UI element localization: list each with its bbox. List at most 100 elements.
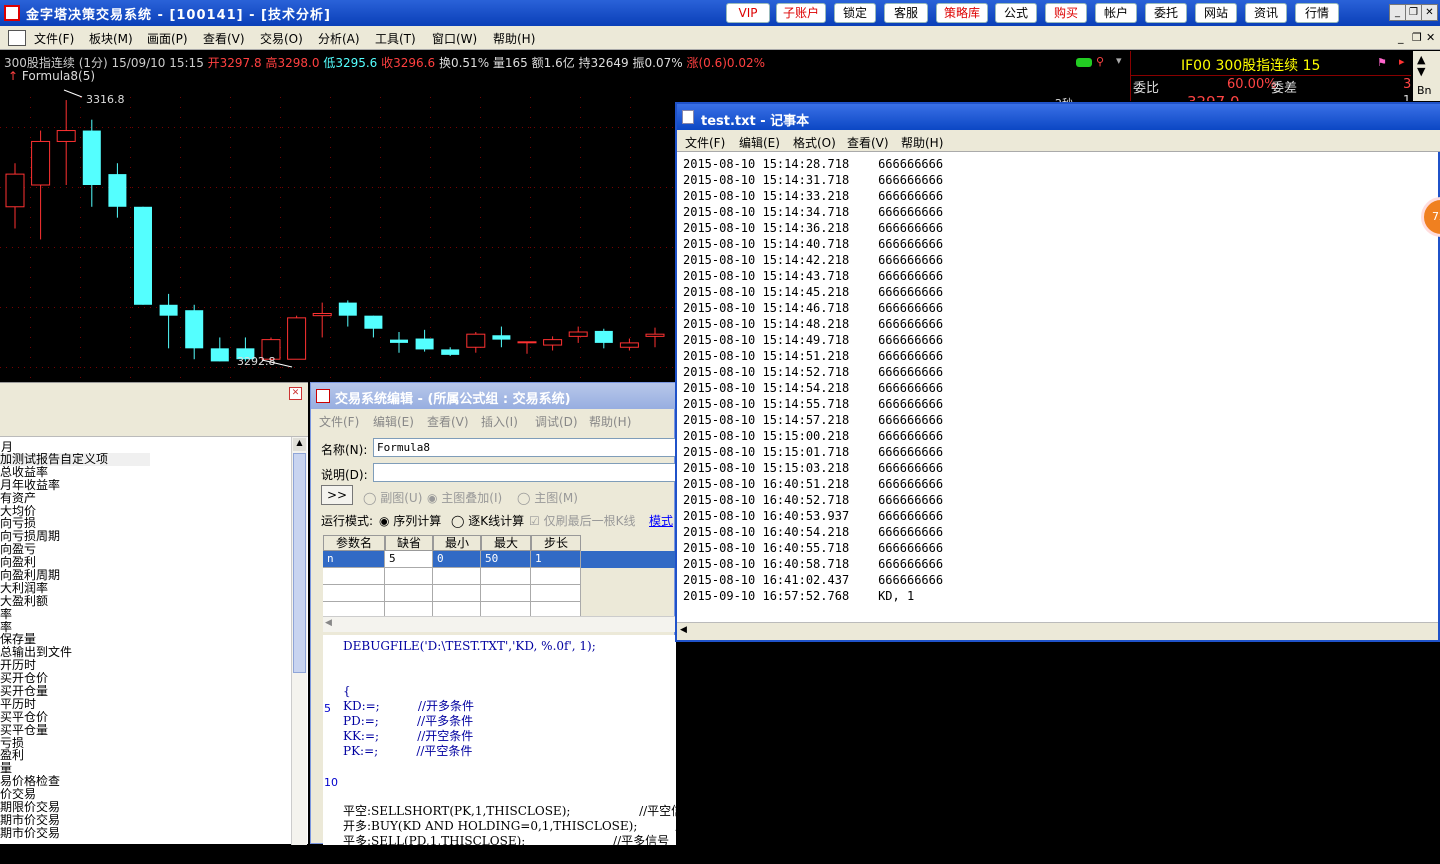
- param-cell-4[interactable]: 1: [531, 551, 581, 568]
- menu-item-2[interactable]: 画面(P): [147, 30, 188, 47]
- param-empty-cell[interactable]: [323, 568, 385, 585]
- scroll-thumb[interactable]: [293, 453, 306, 673]
- param-cell-3[interactable]: 50: [481, 551, 531, 568]
- report-item[interactable]: 大利润率: [0, 582, 290, 595]
- report-item[interactable]: 买平仓量: [0, 724, 290, 737]
- top-button-7[interactable]: 帐户: [1095, 3, 1137, 23]
- param-cell-0[interactable]: n: [323, 551, 385, 568]
- param-hscrollbar[interactable]: ◀: [323, 616, 676, 632]
- top-button-5[interactable]: 公式: [995, 3, 1037, 23]
- report-item[interactable]: 亏损: [0, 737, 290, 750]
- param-empty-cell[interactable]: [531, 568, 581, 585]
- top-button-0[interactable]: VIP: [726, 3, 770, 23]
- scroll-left-icon[interactable]: ◀: [325, 618, 332, 628]
- mdi-close-icon[interactable]: ✕: [1426, 31, 1435, 44]
- report-item[interactable]: 买开仓价: [0, 672, 290, 685]
- report-item[interactable]: 向盈利周期: [0, 569, 290, 582]
- param-header-3[interactable]: 最大: [481, 535, 531, 551]
- param-empty-cell[interactable]: [531, 585, 581, 602]
- report-item[interactable]: 有资产: [0, 492, 290, 505]
- menu-item-1[interactable]: 板块(M): [89, 30, 133, 47]
- param-header-0[interactable]: 参数名: [323, 535, 385, 551]
- param-empty-cell[interactable]: [433, 568, 481, 585]
- menu-item-7[interactable]: 窗口(W): [432, 30, 477, 47]
- report-item[interactable]: 开历时: [0, 659, 290, 672]
- notepad-menu-item-1[interactable]: 编辑(E): [739, 134, 780, 151]
- param-empty-cell[interactable]: [433, 585, 481, 602]
- close-button[interactable]: ✕: [1421, 4, 1438, 21]
- restore-button[interactable]: ❐: [1405, 4, 1422, 21]
- top-button-3[interactable]: 客服: [884, 3, 928, 23]
- lock-icon[interactable]: ⚲: [1096, 55, 1104, 68]
- report-item[interactable]: 平历时: [0, 698, 290, 711]
- mdi-minimize-icon[interactable]: _: [1398, 31, 1404, 44]
- bn-tab[interactable]: Bn: [1417, 84, 1432, 97]
- top-button-11[interactable]: 行情: [1295, 3, 1339, 23]
- menu-item-3[interactable]: 查看(V): [203, 30, 245, 47]
- report-item[interactable]: 率: [0, 621, 290, 634]
- report-item[interactable]: 大盈利额: [0, 595, 290, 608]
- top-button-8[interactable]: 委托: [1145, 3, 1187, 23]
- notepad-text[interactable]: 2015-08-10 15:14:28.718 666666666 2015-08…: [683, 156, 943, 604]
- report-item[interactable]: 大均价: [0, 505, 290, 518]
- report-item[interactable]: 期市价交易: [0, 814, 290, 827]
- side-tab-strip: ▲ ▼ Bn: [1413, 51, 1440, 101]
- report-item[interactable]: 向亏损: [0, 517, 290, 530]
- param-empty-cell[interactable]: [481, 568, 531, 585]
- menu-item-6[interactable]: 工具(T): [375, 30, 416, 47]
- arrow-icon[interactable]: ▸: [1399, 55, 1405, 68]
- report-item[interactable]: 月年收益率: [0, 479, 290, 492]
- top-button-2[interactable]: 锁定: [834, 3, 876, 23]
- param-empty-cell[interactable]: [385, 585, 433, 602]
- top-button-4[interactable]: 策略库: [936, 3, 988, 23]
- report-item[interactable]: 保存量: [0, 633, 290, 646]
- report-item[interactable]: 买开仓量: [0, 685, 290, 698]
- param-cell-1[interactable]: 5: [385, 551, 433, 568]
- report-item[interactable]: 向亏损周期: [0, 530, 290, 543]
- report-item[interactable]: 盈利: [0, 749, 290, 762]
- pin-icon[interactable]: ⚑: [1377, 56, 1387, 69]
- scroll-up-icon[interactable]: ▲: [293, 438, 306, 451]
- scroll-down-icon[interactable]: ▼: [1417, 65, 1425, 78]
- param-header-4[interactable]: 步长: [531, 535, 581, 551]
- param-empty-cell[interactable]: [385, 568, 433, 585]
- notepad-menu-item-2[interactable]: 格式(O): [793, 134, 836, 151]
- report-item[interactable]: 总收益率: [0, 466, 290, 479]
- mdi-restore-icon[interactable]: ❐: [1412, 31, 1422, 44]
- top-button-1[interactable]: 子账户: [776, 3, 826, 23]
- notepad-menu-item-3[interactable]: 查看(V): [847, 134, 889, 151]
- param-empty-cell[interactable]: [481, 585, 531, 602]
- param-cell-2[interactable]: 0: [433, 551, 481, 568]
- notepad-hscrollbar[interactable]: ◀: [677, 622, 1438, 640]
- report-item[interactable]: 率: [0, 608, 290, 621]
- param-empty-cell[interactable]: [323, 585, 385, 602]
- top-button-6[interactable]: 购买: [1045, 3, 1087, 23]
- top-button-10[interactable]: 资讯: [1245, 3, 1287, 23]
- param-header-2[interactable]: 最小: [433, 535, 481, 551]
- menu-item-5[interactable]: 分析(A): [318, 30, 360, 47]
- notepad-menu-item-4[interactable]: 帮助(H): [901, 134, 943, 151]
- scroll-left-icon[interactable]: ◀: [680, 625, 687, 635]
- notepad-menu-item-0[interactable]: 文件(F): [685, 134, 725, 151]
- report-item[interactable]: 期市价交易: [0, 827, 290, 840]
- menu-item-0[interactable]: 文件(F): [34, 30, 74, 47]
- param-header-1[interactable]: 缺省: [385, 535, 433, 551]
- report-scrollbar[interactable]: ▲: [291, 437, 307, 845]
- menu-item-8[interactable]: 帮助(H): [493, 30, 535, 47]
- report-item[interactable]: 量: [0, 762, 290, 775]
- dropdown-icon[interactable]: ▾: [1116, 54, 1122, 67]
- report-item[interactable]: 向盈亏: [0, 543, 290, 556]
- report-item[interactable]: 总输出到文件: [0, 646, 290, 659]
- code-editor[interactable]: DEBUGFILE('D:\TEST.TXT','KD, %.0f', 1); {…: [323, 635, 757, 863]
- report-item[interactable]: 加测试报告自定义项: [0, 453, 150, 466]
- report-item[interactable]: 向盈利: [0, 556, 290, 569]
- report-item[interactable]: 易价格检查: [0, 775, 290, 788]
- report-item[interactable]: 价交易: [0, 788, 290, 801]
- notepad-window: test.txt - 记事本 文件(F) 编辑(E) 格式(O) 查看(V) 帮助(H)…: [675, 102, 1440, 642]
- close-icon[interactable]: ✕: [289, 387, 302, 400]
- menu-item-4[interactable]: 交易(O): [260, 30, 303, 47]
- top-button-9[interactable]: 网站: [1195, 3, 1237, 23]
- minimize-button[interactable]: _: [1389, 4, 1406, 21]
- report-item[interactable]: 期限价交易: [0, 801, 290, 814]
- report-item[interactable]: 买平仓价: [0, 711, 290, 724]
